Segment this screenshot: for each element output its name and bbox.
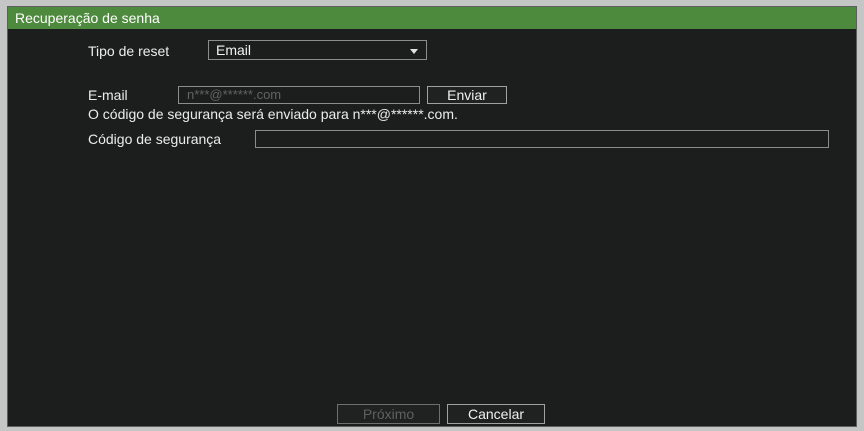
security-code-notice: O código de segurança será enviado para … — [88, 106, 458, 122]
email-field[interactable]: n***@******.com — [178, 86, 420, 104]
next-button[interactable]: Próximo — [337, 404, 440, 424]
security-code-input[interactable] — [256, 131, 828, 147]
password-recovery-dialog: Recuperação de senha Tipo de reset Email… — [7, 6, 857, 427]
email-label: E-mail — [88, 87, 128, 103]
reset-type-dropdown[interactable]: Email — [208, 40, 427, 60]
security-code-label: Código de segurança — [88, 131, 222, 147]
title-bar: Recuperação de senha — [8, 7, 856, 29]
email-value: n***@******.com — [187, 87, 282, 102]
dialog-title: Recuperação de senha — [15, 10, 160, 26]
reset-type-value: Email — [216, 42, 252, 58]
security-code-field[interactable] — [255, 130, 829, 148]
reset-type-label: Tipo de reset — [88, 43, 170, 59]
cancel-button[interactable]: Cancelar — [447, 404, 545, 424]
chevron-down-icon — [410, 49, 418, 54]
send-button[interactable]: Enviar — [427, 86, 507, 104]
